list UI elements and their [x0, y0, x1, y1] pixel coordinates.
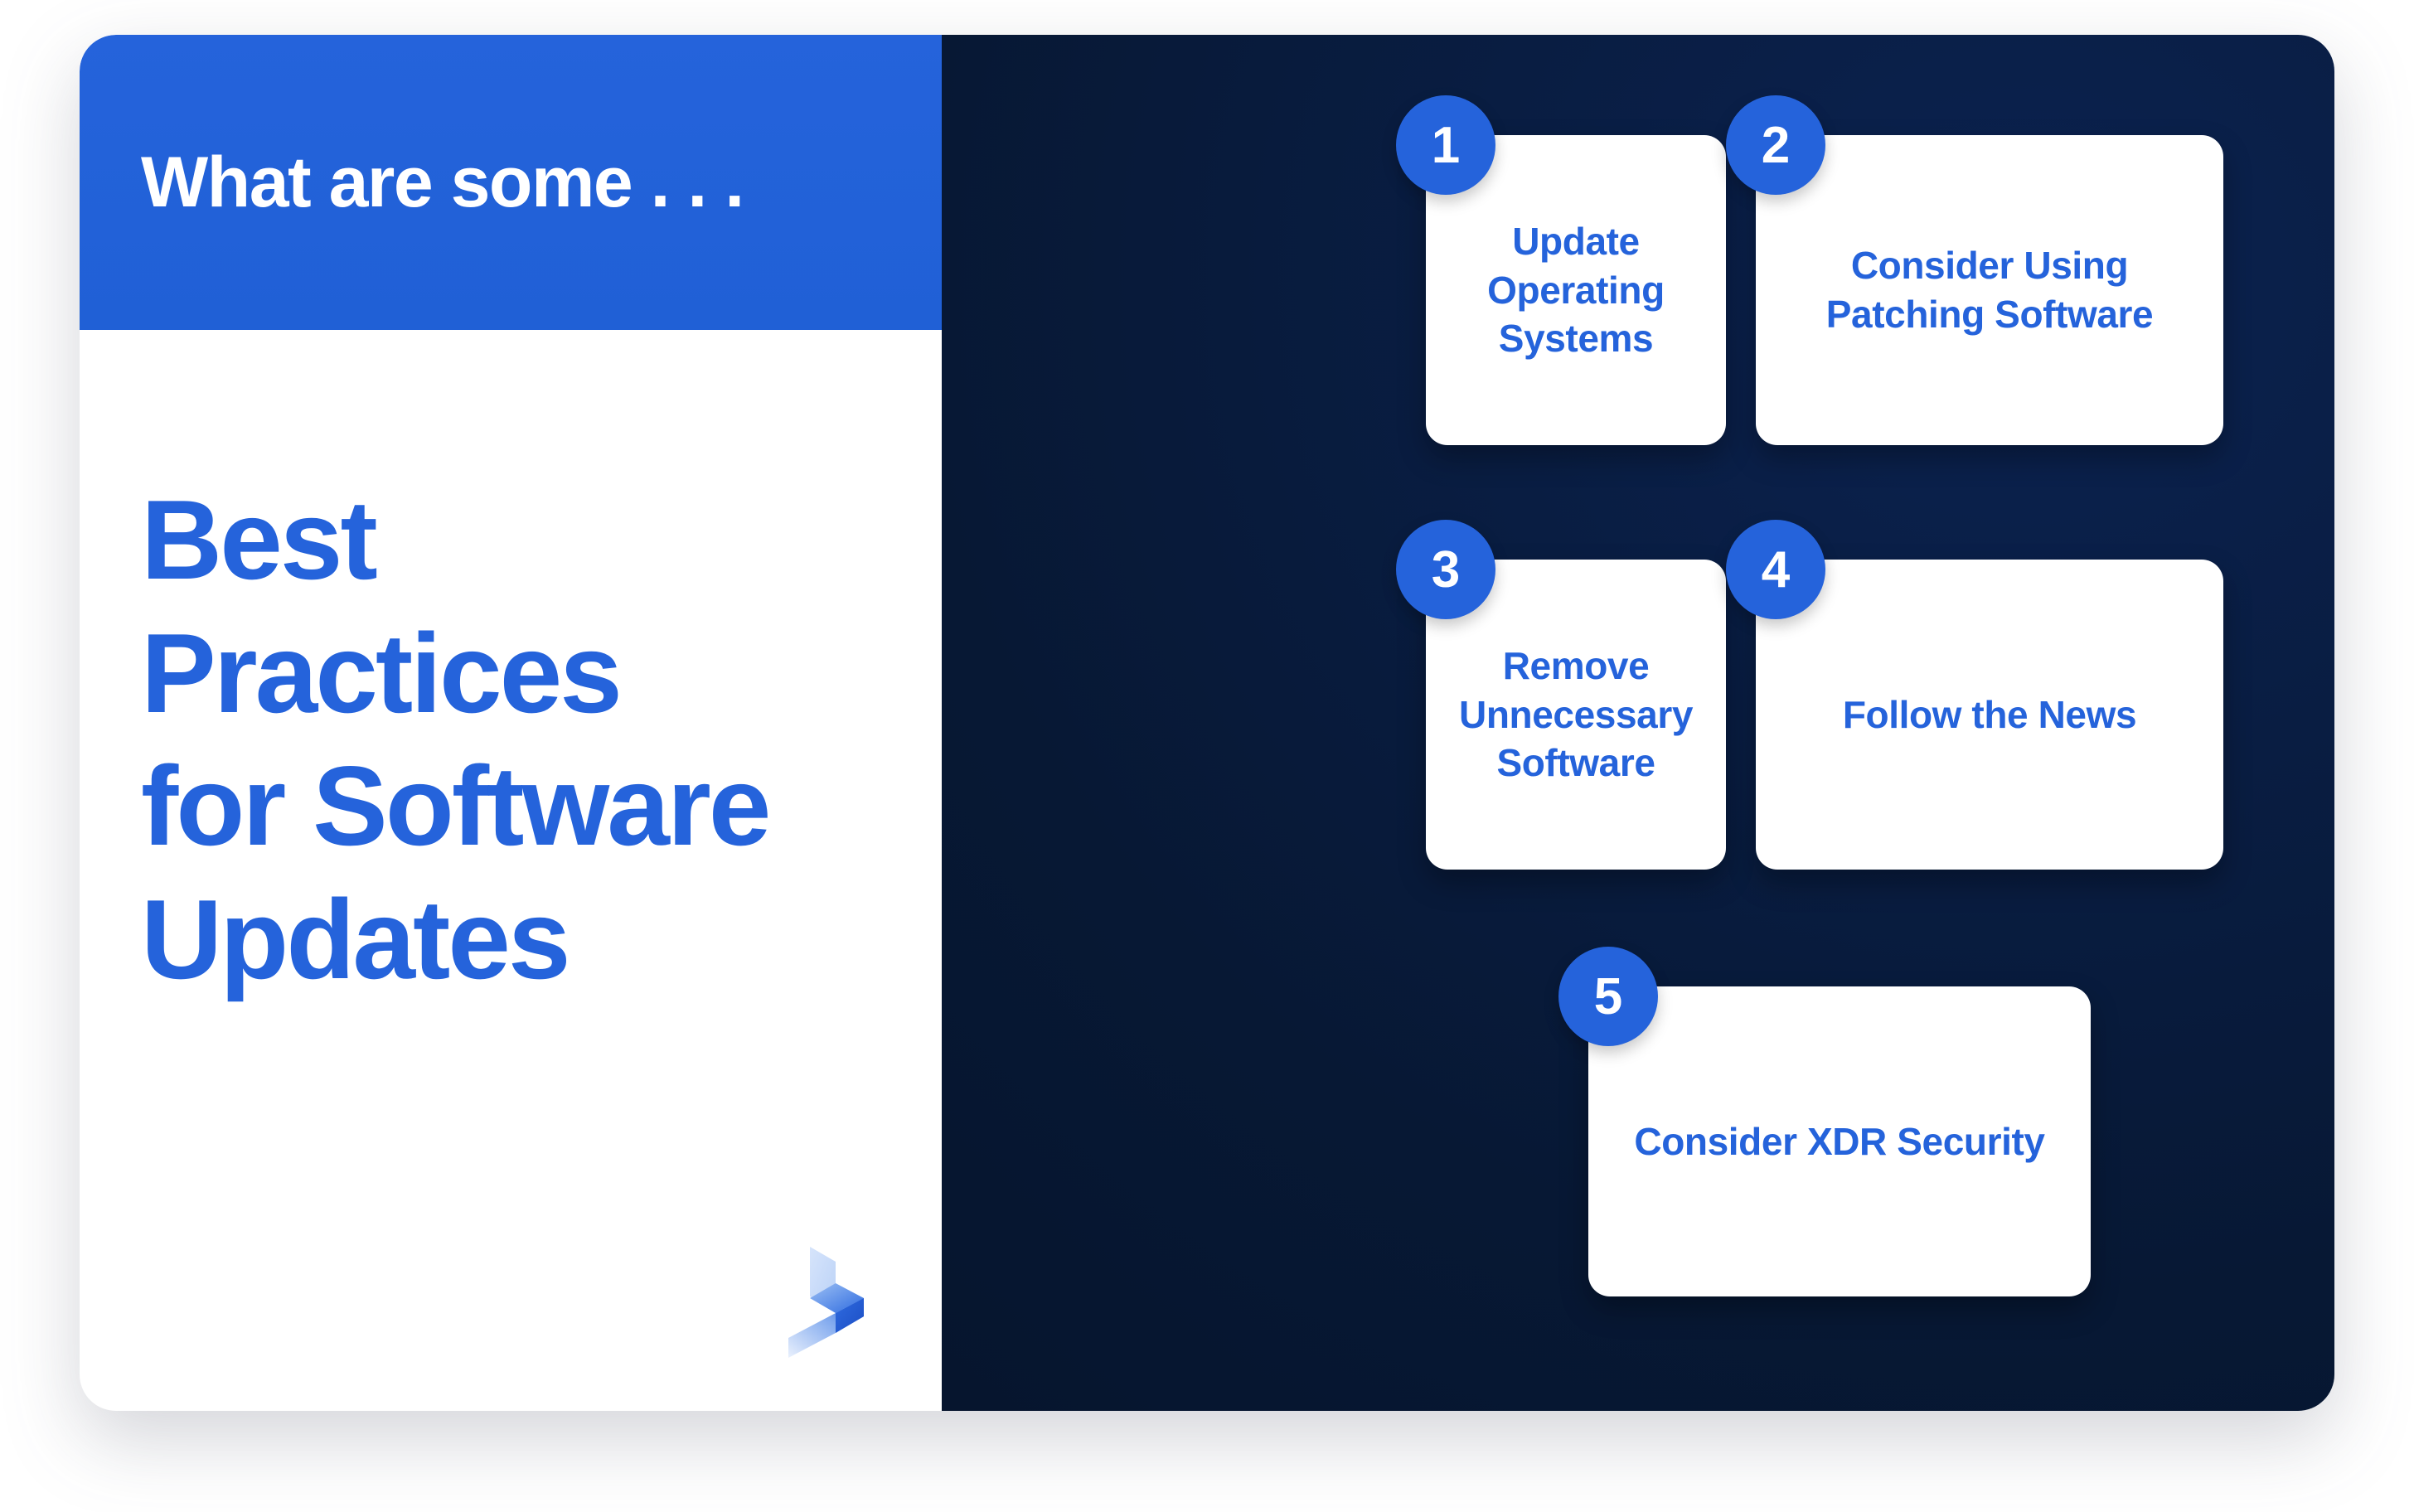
tip-card-5-label: Consider XDR Security [1634, 1119, 2045, 1163]
brand-logo-icon [771, 1237, 895, 1369]
page-title-line-2: Practices [141, 609, 623, 736]
page-title-line-4: Updates [141, 876, 571, 1003]
tip-card-2[interactable]: Consider Using Patching Software [1756, 135, 2223, 445]
page-title: Best Practices for Software Updates [141, 482, 887, 1015]
infographic-card: What are some . . . Best Practices for S… [80, 35, 2334, 1411]
tip-card-2-label: Consider Using Patching Software [1825, 244, 2154, 336]
tip-card-4[interactable]: Follow the News [1756, 560, 2223, 870]
tip-badge-3: 3 [1396, 520, 1495, 619]
page-background: What are some . . . Best Practices for S… [0, 0, 2414, 1512]
tip-card-3-label: Remove Unnecessary Software [1459, 643, 1693, 785]
eyebrow-banner: What are some . . . [80, 35, 942, 330]
tip-badge-5: 5 [1558, 947, 1658, 1046]
tips-panel: 1 Update Operating Systems 2 Consider Us… [942, 35, 2334, 1411]
tip-badge-1: 1 [1396, 95, 1495, 195]
tip-badge-4: 4 [1726, 520, 1825, 619]
title-panel: What are some . . . Best Practices for S… [80, 35, 942, 1411]
page-title-line-1: Best [141, 477, 378, 603]
tip-badge-2: 2 [1726, 95, 1825, 195]
tip-card-4-label: Follow the News [1842, 692, 2137, 736]
page-title-line-3: for Software [141, 743, 771, 870]
tip-card-1-label: Update Operating Systems [1487, 219, 1665, 361]
tip-card-5[interactable]: Consider XDR Security [1588, 986, 2091, 1296]
eyebrow-text: What are some . . . [141, 143, 744, 222]
